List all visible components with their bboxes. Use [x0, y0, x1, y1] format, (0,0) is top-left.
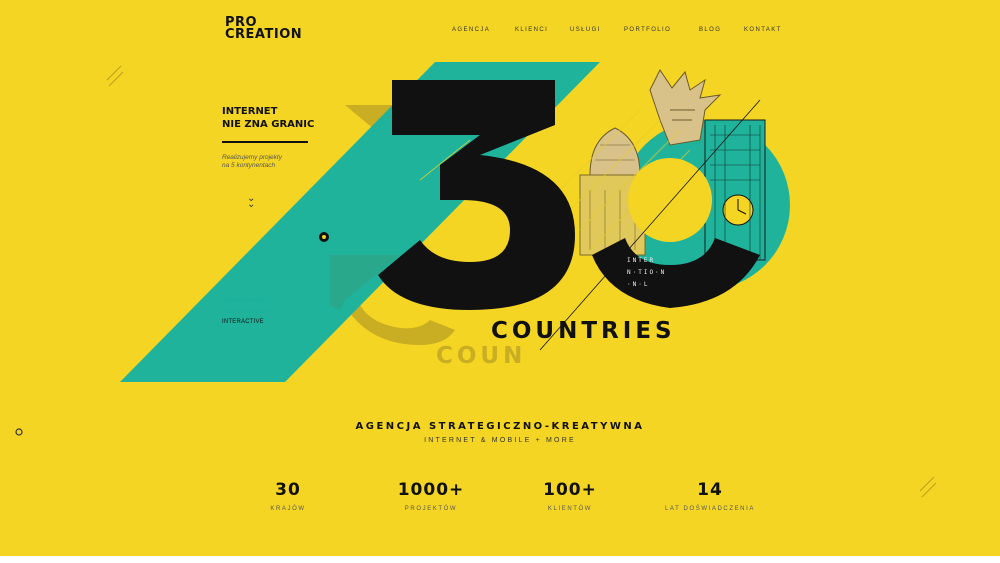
scroll-down-chevron-icon[interactable]: ⌄ ⌄ [247, 194, 255, 210]
dot-marker-icon[interactable] [318, 231, 330, 243]
hero-international-line: INTER [627, 257, 656, 264]
stat-value: 30 [275, 480, 301, 500]
nav-item-agencja[interactable]: AGENCJA [452, 27, 490, 33]
sidebar-heading-line1: INTERNET [222, 106, 278, 117]
bottom-strip [0, 556, 1000, 563]
stat-experience: 14 LAT DOŚWIADCZENIA [640, 480, 780, 512]
stat-clients: 100+ KLIENTÓW [500, 480, 640, 512]
sidebar-link[interactable]: INTERACTIVE [222, 317, 272, 327]
hero-word-shadow: COUN [436, 343, 527, 369]
slash-deco-icon [919, 476, 937, 498]
hero-number-0 [592, 158, 760, 308]
nav-item-uslugi[interactable]: USŁUGI [570, 27, 601, 33]
nav-item-portfolio[interactable]: PORTFOLIO [624, 27, 671, 33]
brand-logo-line2: CREATION [225, 27, 303, 42]
sidebar-description-line1: Realizujemy projekty [222, 154, 282, 161]
stat-label: KRAJÓW [270, 506, 306, 512]
stat-countries: 30 KRAJÓW [218, 480, 358, 512]
nav-item-klienci[interactable]: KLIENCI [515, 27, 548, 33]
landing-page: PRO CREATION AGENCJA KLIENCI USŁUGI PORT… [0, 0, 1000, 556]
sidebar-link[interactable]: INTERNATIONAL [222, 307, 272, 317]
sidebar-heading-line2: NIE ZNA GRANIC [222, 119, 315, 130]
stat-label: KLIENTÓW [547, 506, 593, 512]
nav-item-blog[interactable]: BLOG [699, 27, 721, 33]
nav-item-kontakt[interactable]: KONTAKT [744, 27, 782, 33]
sidebar-link[interactable]: INTERNATIONAL [222, 297, 272, 307]
stat-label: PROJEKTÓW [404, 506, 458, 512]
sidebar-heading: INTERNET NIE ZNA GRANIC [222, 105, 314, 131]
stat-value: 1000+ [397, 480, 465, 500]
sidebar-description-line2: na 5 kontynentach [222, 162, 276, 169]
brand-logo[interactable]: PRO CREATION [225, 16, 303, 42]
sidebar-links: INTERNATIONAL INTERNATIONAL INTERACTIVE [222, 297, 272, 327]
stat-projects: 1000+ PROJEKTÓW [361, 480, 501, 512]
agency-tagline: AGENCJA STRATEGICZNO-KREATYWNA [355, 421, 645, 432]
sidebar-divider [222, 141, 308, 143]
hero-international-label: INTER N·TIO·N ·N·L [627, 255, 666, 291]
stat-label: LAT DOŚWIADCZENIA [665, 506, 755, 512]
agency-subtagline: INTERNET & MOBILE + MORE [424, 437, 576, 444]
hero-artwork [120, 62, 790, 382]
sidebar-description: Realizujemy projekty na 5 kontynentach [222, 154, 312, 170]
hero-international-line: ·N·L [627, 281, 650, 288]
slash-deco-icon [106, 65, 124, 87]
hero-word-countries: COUNTRIES [491, 318, 676, 344]
hero-international-line: N·TIO·N [627, 269, 667, 276]
stat-value: 14 [697, 480, 723, 500]
stat-value: 100+ [543, 480, 597, 500]
